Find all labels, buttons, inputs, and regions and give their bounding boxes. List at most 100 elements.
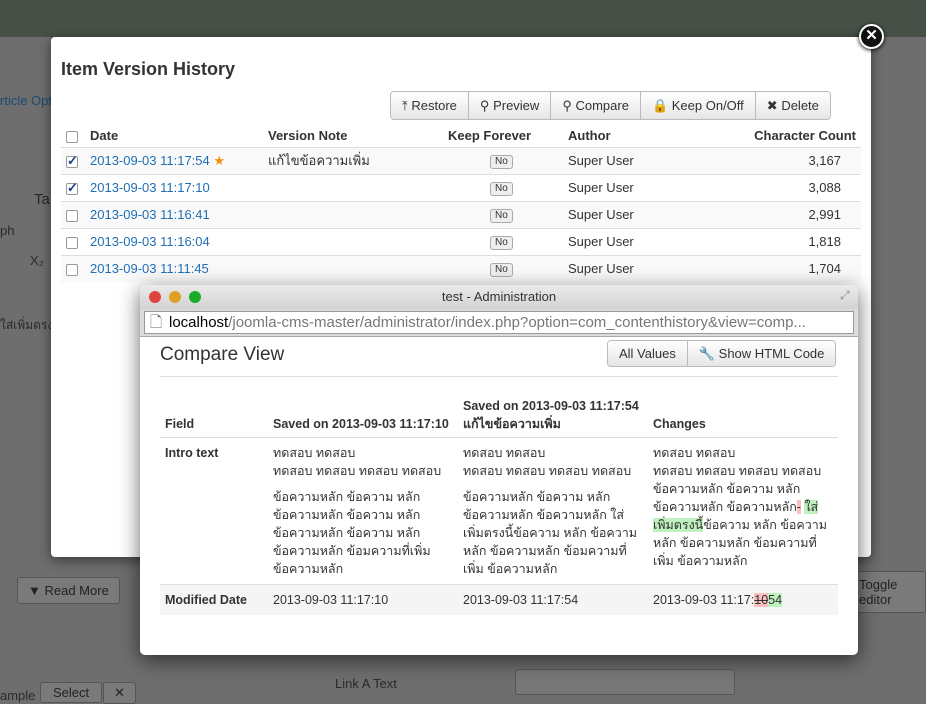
- star-icon: ★: [213, 152, 226, 168]
- col-saved-1: Saved on 2013-09-03 11:17:10: [268, 397, 458, 438]
- read-more-button[interactable]: ▼ Read More: [17, 577, 120, 604]
- toggle-editor-button[interactable]: Toggle editor: [848, 571, 926, 613]
- version-1-value: 2013-09-03 11:17:10: [268, 584, 458, 615]
- keep-forever-badge[interactable]: No: [490, 263, 513, 278]
- read-more-label: Read More: [44, 583, 109, 598]
- text: ข้อความหลัก ข้อความ หลัก ข้อความหลัก ข้อ…: [463, 490, 638, 576]
- col-saved-2: Saved on 2013-09-03 11:17:54 แก้ไขข้อควา…: [458, 397, 648, 438]
- select-all-checkbox[interactable]: [66, 130, 78, 143]
- col-version-note[interactable]: Version Note: [263, 125, 443, 147]
- modal-title: Item Version History: [61, 59, 236, 79]
- character-count: 1,818: [713, 227, 861, 255]
- keep-forever-badge[interactable]: No: [490, 155, 513, 169]
- zoom-icon: ⚲: [562, 98, 572, 113]
- text: ทดสอบ ทดสอบ ทดสอบ ทดสอบ: [463, 464, 632, 478]
- text: 2013-09-03 11:17:: [653, 593, 755, 607]
- show-html-button[interactable]: 🔧 Show HTML Code: [687, 341, 836, 366]
- keep-forever-badge[interactable]: No: [490, 182, 513, 196]
- window-title: test - Administration: [441, 289, 557, 304]
- compare-toolbar: All Values 🔧 Show HTML Code: [607, 340, 837, 367]
- character-count: 3,088: [713, 173, 861, 201]
- col-character-count[interactable]: Character Count: [713, 125, 861, 147]
- url-field[interactable]: 🗋 localhost/joomla-cms-master/administrat…: [144, 311, 854, 334]
- example-fragment: ample: [0, 688, 36, 703]
- deleted-text: 10: [754, 593, 769, 607]
- text: ทดสอบ ทดสอบ ทดสอบ ทดสอบ: [273, 464, 442, 478]
- subscript-button[interactable]: X₂: [30, 253, 44, 268]
- admin-topbar: [0, 0, 926, 37]
- button-label: Restore: [411, 98, 457, 113]
- close-window-icon[interactable]: [149, 291, 161, 303]
- page-icon: 🗋: [150, 314, 163, 331]
- character-count: 3,167: [713, 146, 861, 174]
- author: Super User: [563, 227, 713, 255]
- preview-button[interactable]: ⚲ Preview: [468, 92, 552, 119]
- col-keep-forever[interactable]: Keep Forever: [443, 125, 563, 147]
- row-checkbox[interactable]: [66, 153, 78, 169]
- close-icon: ✖: [766, 98, 778, 113]
- compare-table: Field Saved on 2013-09-03 11:17:10 Saved…: [160, 397, 838, 615]
- compare-window: test - Administration ⤢ 🗋 localhost/jooml…: [140, 285, 858, 655]
- version-date-link[interactable]: 2013-09-03 11:17:10: [90, 180, 210, 195]
- table-row: 2013-09-03 11:16:41 No Super User 2,991: [61, 200, 861, 228]
- tab-fragment[interactable]: Ta: [34, 191, 50, 208]
- character-count: 2,991: [713, 200, 861, 228]
- maximize-window-icon[interactable]: [189, 291, 201, 303]
- row-checkbox[interactable]: [66, 263, 78, 276]
- version-note: [263, 254, 443, 282]
- version-date-link[interactable]: 2013-09-03 11:16:41: [90, 207, 210, 222]
- paragraph-select[interactable]: ph: [0, 223, 14, 238]
- address-bar: 🗋 localhost/joomla-cms-master/administrat…: [140, 309, 858, 337]
- show-html-label: Show HTML Code: [718, 346, 825, 361]
- deleted-text: -: [796, 500, 801, 514]
- row-checkbox[interactable]: [66, 180, 78, 196]
- intro-text-row: Intro text ทดสอบ ทดสอบ ทดสอบ ทดสอบ ทดสอบ…: [160, 438, 838, 585]
- search-icon: ⚲: [479, 98, 490, 113]
- compare-view-title: Compare View: [160, 344, 285, 365]
- row-checkbox[interactable]: [66, 236, 78, 249]
- version-2-value: ทดสอบ ทดสอบ ทดสอบ ทดสอบ ทดสอบ ทดสอบข้อคว…: [458, 438, 648, 585]
- row-checkbox[interactable]: [66, 209, 78, 222]
- divider: [160, 376, 838, 377]
- field-label: Modified Date: [160, 584, 268, 615]
- version-date-link[interactable]: 2013-09-03 11:16:04: [90, 234, 210, 249]
- author: Super User: [563, 254, 713, 282]
- text: ทดสอบ ทดสอบ ทดสอบ ทดสอบ: [653, 464, 822, 478]
- version-note: [263, 200, 443, 228]
- restore-button[interactable]: ⤒ Restore: [391, 92, 469, 119]
- version-table: Date Version Note Keep Forever Author Ch…: [61, 125, 861, 282]
- inserted-text: 54: [768, 593, 783, 607]
- compare-button[interactable]: ⚲ Compare: [551, 92, 641, 119]
- all-values-button[interactable]: All Values: [608, 341, 688, 366]
- close-modal-button[interactable]: ✕: [859, 24, 884, 49]
- version-date-link[interactable]: 2013-09-03 11:17:54: [90, 153, 210, 168]
- link-a-text-input[interactable]: [515, 669, 735, 695]
- col-date[interactable]: Date: [85, 125, 263, 147]
- keep-forever-badge[interactable]: No: [490, 236, 513, 250]
- lock-icon: 🔒: [651, 98, 669, 113]
- table-row: 2013-09-03 11:11:45 No Super User 1,704: [61, 254, 861, 282]
- button-label: Keep On/Off: [671, 98, 744, 113]
- upload-icon: ⤒: [402, 98, 408, 113]
- url-path: /joomla-cms-master/administrator/index.p…: [228, 314, 806, 331]
- author: Super User: [563, 200, 713, 228]
- col-author[interactable]: Author: [563, 125, 713, 147]
- col-changes: Changes: [648, 397, 838, 438]
- character-count: 1,704: [713, 254, 861, 282]
- text: ข้อความหลัก ข้อความ หลัก ข้อความหลัก ข้อ…: [653, 482, 801, 514]
- fullscreen-icon[interactable]: ⤢: [840, 288, 850, 303]
- window-titlebar[interactable]: test - Administration: [140, 285, 858, 309]
- delete-button[interactable]: ✖ Delete: [755, 92, 830, 119]
- keep-forever-badge[interactable]: No: [490, 209, 513, 223]
- changes-value: ทดสอบ ทดสอบ ทดสอบ ทดสอบ ทดสอบ ทดสอบ ข้อคว…: [648, 438, 838, 585]
- version-date-link[interactable]: 2013-09-03 11:11:45: [90, 261, 209, 276]
- wrench-icon: 🔧: [698, 346, 716, 361]
- editor-text: ใส่เพิ่มตรง: [0, 318, 54, 332]
- minimize-window-icon[interactable]: [169, 291, 181, 303]
- clear-button[interactable]: ✕: [103, 682, 136, 704]
- text: ทดสอบ ทดสอบ: [463, 446, 546, 460]
- select-button[interactable]: Select: [40, 682, 103, 703]
- text: ทดสอบ ทดสอบ: [273, 446, 356, 460]
- article-options-tab[interactable]: rticle Opt: [0, 93, 52, 108]
- keep-on-off-button[interactable]: 🔒 Keep On/Off: [640, 92, 756, 119]
